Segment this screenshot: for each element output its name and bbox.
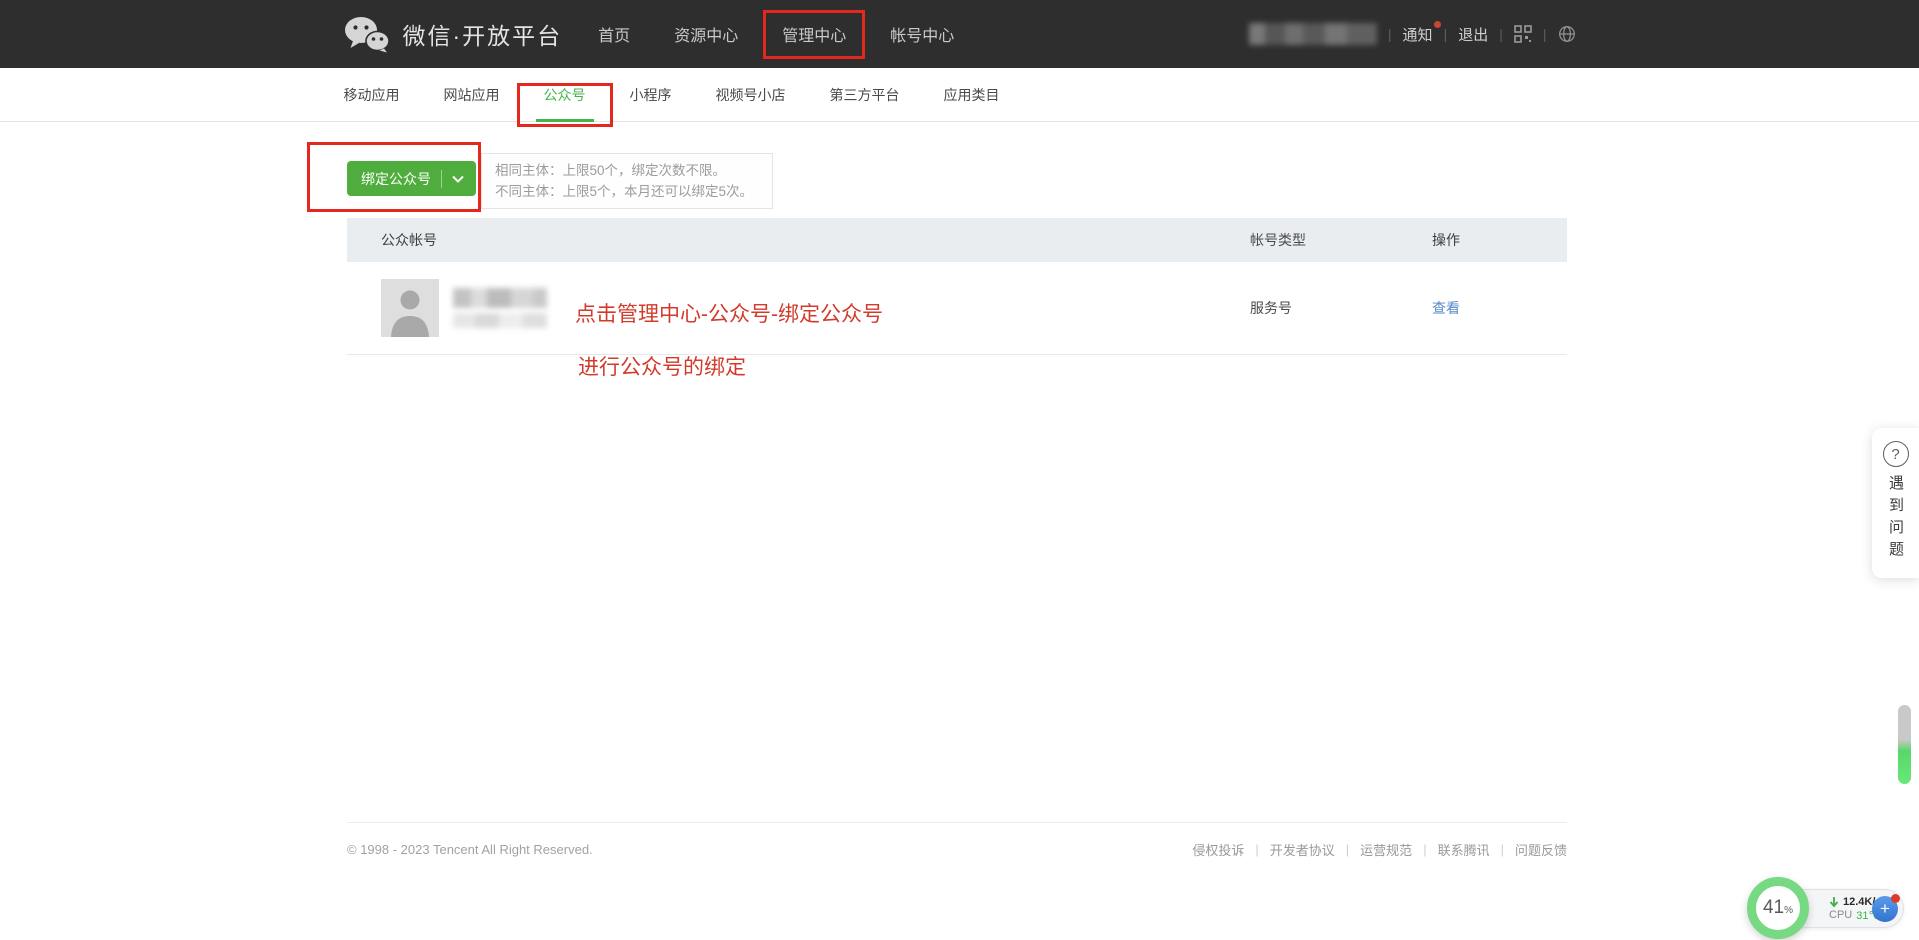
annotation-text-line1: 点击管理中心-公众号-绑定公众号 <box>575 298 883 328</box>
alert-dot <box>1891 894 1900 903</box>
footer-link-operation-rules[interactable]: 运营规范 <box>1360 840 1412 859</box>
scrollbar-thumb[interactable] <box>1898 705 1911 784</box>
add-button[interactable]: + <box>1872 896 1898 922</box>
percent-value: 41 <box>1763 897 1784 919</box>
notification-badge-dot <box>1434 21 1441 28</box>
divider: | <box>1388 26 1392 42</box>
tab-channels-shop[interactable]: 视频号小店 <box>716 68 786 121</box>
tooltip-line-2: 不同主体：上限5个，本月还可以绑定5次。 <box>495 181 759 202</box>
account-type-cell: 服务号 <box>1250 298 1432 318</box>
table-row: 点击管理中心-公众号-绑定公众号 服务号 查看 <box>347 262 1567 355</box>
brand-logo: 微信·开放平台 <box>344 16 563 53</box>
redacted-account-name <box>453 288 547 328</box>
button-divider <box>441 170 442 188</box>
top-navigation-bar: 微信·开放平台 首页 资源中心 管理中心 帐号中心 | 通知 | 退出 | <box>0 0 1919 68</box>
bind-button-label: 绑定公众号 <box>361 169 431 189</box>
language-globe-icon[interactable] <box>1558 25 1576 43</box>
tab-official-account[interactable]: 公众号 <box>544 68 586 121</box>
wechat-logo-icon <box>344 16 390 53</box>
redacted-username[interactable] <box>1249 23 1377 45</box>
footer-link-developer-agreement[interactable]: 开发者协议 <box>1270 840 1335 859</box>
avatar <box>381 279 439 337</box>
tooltip-line-1: 相同主体：上限50个，绑定次数不限。 <box>495 160 759 181</box>
question-mark-icon: ? <box>1883 441 1909 467</box>
chevron-down-icon[interactable] <box>452 175 464 183</box>
divider: | <box>1444 26 1448 42</box>
tab-mobile-app[interactable]: 移动应用 <box>344 68 400 121</box>
help-widget[interactable]: ? 遇到问题 <box>1872 428 1919 578</box>
nav-item-label: 管理中心 <box>782 22 846 46</box>
footer-link-feedback[interactable]: 问题反馈 <box>1515 840 1567 859</box>
nav-item-home[interactable]: 首页 <box>598 0 630 68</box>
primary-nav: 首页 资源中心 管理中心 帐号中心 <box>598 0 954 68</box>
view-link[interactable]: 查看 <box>1432 300 1460 316</box>
qr-code-icon[interactable] <box>1514 25 1532 43</box>
secondary-tab-bar: 移动应用 网站应用 公众号 小程序 视频号小店 第三方平台 应用类目 <box>0 68 1919 122</box>
cpu-label: CPU <box>1829 909 1852 922</box>
tab-third-party-platform[interactable]: 第三方平台 <box>830 68 900 121</box>
tab-label: 公众号 <box>544 85 586 105</box>
divider: | <box>1423 842 1426 857</box>
notifications-link[interactable]: 通知 <box>1403 24 1433 45</box>
divider: | <box>1346 842 1349 857</box>
annotation-text-line2: 进行公众号的绑定 <box>578 351 746 381</box>
tab-mini-program[interactable]: 小程序 <box>630 68 672 121</box>
official-accounts-table: 公众帐号 帐号类型 操作 点击管理中心-公众号-绑定公众号 服务号 查看 <box>347 218 1567 355</box>
notifications-label: 通知 <box>1403 27 1433 44</box>
plus-icon: + <box>1880 899 1890 919</box>
memory-percent-ring[interactable]: 41 % <box>1747 877 1809 939</box>
logout-link[interactable]: 退出 <box>1458 24 1488 45</box>
help-widget-label: 遇到问题 <box>1885 475 1906 563</box>
nav-item-management-center[interactable]: 管理中心 <box>782 0 846 68</box>
table-header-row: 公众帐号 帐号类型 操作 <box>347 218 1567 262</box>
nav-item-resource-center[interactable]: 资源中心 <box>674 0 738 68</box>
bind-official-account-button[interactable]: 绑定公众号 <box>347 161 476 196</box>
user-area: | 通知 | 退出 | | <box>1249 23 1576 45</box>
footer-link-contact-tencent[interactable]: 联系腾讯 <box>1438 840 1490 859</box>
percent-symbol: % <box>1784 905 1793 916</box>
footer-links: 侵权投诉 | 开发者协议 | 运营规范 | 联系腾讯 | 问题反馈 <box>1192 840 1567 859</box>
divider: | <box>1255 842 1258 857</box>
page-title: 微信·开放平台 <box>403 17 563 51</box>
nav-item-account-center[interactable]: 帐号中心 <box>890 0 954 68</box>
header-account: 公众帐号 <box>347 230 1250 250</box>
divider: | <box>1501 842 1504 857</box>
copyright-text: © 1998 - 2023 Tencent All Right Reserved… <box>347 842 593 857</box>
footer-link-infringement[interactable]: 侵权投诉 <box>1192 840 1244 859</box>
header-type: 帐号类型 <box>1250 230 1432 250</box>
divider: | <box>1543 26 1547 42</box>
bind-limit-tooltip: 相同主体：上限50个，绑定次数不限。 不同主体：上限5个，本月还可以绑定5次。 <box>481 153 773 209</box>
divider: | <box>1499 26 1503 42</box>
download-arrow-icon <box>1829 896 1839 908</box>
page-footer: © 1998 - 2023 Tencent All Right Reserved… <box>347 822 1567 859</box>
header-action: 操作 <box>1432 230 1567 250</box>
active-tab-underline <box>536 119 594 122</box>
tab-app-category[interactable]: 应用类目 <box>944 68 1000 121</box>
tab-website-app[interactable]: 网站应用 <box>444 68 500 121</box>
